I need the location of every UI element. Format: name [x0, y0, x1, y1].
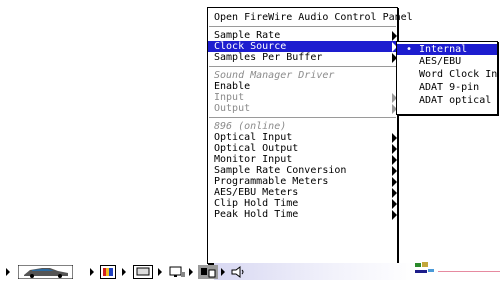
firewire-audio-menu: Open FireWire Audio Control Panel Sample…: [207, 7, 413, 264]
color-display-icon[interactable]: [100, 265, 116, 279]
menu-item-input: Input: [208, 92, 397, 103]
submenu-item-adat-9-pin[interactable]: ADAT 9-pin: [397, 82, 497, 93]
menu-item-enable[interactable]: Enable: [208, 81, 397, 92]
submenu-arrow-icon: [392, 188, 397, 198]
car-icon[interactable]: [17, 264, 74, 280]
divider-line: [438, 271, 500, 272]
submenu-arrow-icon: [392, 155, 397, 165]
submenu-arrow-icon: [392, 144, 397, 154]
strip-arrow-icon[interactable]: [122, 268, 126, 276]
menu-item-open-control-panel[interactable]: Open FireWire Audio Control Panel: [208, 12, 413, 23]
menu-item-samples-per-buffer[interactable]: Samples Per Buffer: [208, 52, 397, 63]
submenu-arrow-icon: [392, 199, 397, 209]
submenu-arrow-icon: [392, 177, 397, 187]
menu-item-sample-rate-conversion[interactable]: Sample Rate Conversion: [208, 165, 397, 176]
menu-separator: [209, 26, 396, 27]
section-header-sound-manager-driver: Sound Manager Driver: [214, 70, 335, 81]
monitor-icon[interactable]: [133, 265, 153, 279]
menu-item-label: Output: [214, 103, 251, 114]
menu-separator: [209, 117, 396, 118]
menu-item-monitor-input[interactable]: Monitor Input: [208, 154, 397, 165]
clock-source-submenu: • Internal AES/EBU Word Clock In ADAT 9-…: [396, 41, 498, 115]
menu-item-clip-hold-time[interactable]: Clip Hold Time: [208, 198, 397, 209]
submenu-item-adat-optical[interactable]: ADAT optical: [397, 95, 497, 106]
menu-item-label: Optical Input: [214, 132, 293, 143]
menu-item-label: Sample Rate: [214, 30, 281, 41]
submenu-arrow-icon: [392, 210, 397, 220]
menu-item-label: Monitor Input: [214, 154, 293, 165]
menu-item-label: Optical Output: [214, 143, 299, 154]
menu-item-output: Output: [208, 103, 397, 114]
menu-item-label: Peak Hold Time: [214, 209, 299, 220]
speaker-icon[interactable]: [230, 265, 246, 279]
strip-arrow-icon[interactable]: [221, 268, 225, 276]
menu-item-sample-rate[interactable]: Sample Rate: [208, 30, 397, 41]
menu-item-clock-source[interactable]: Clock Source: [208, 41, 397, 52]
strip-arrow-icon[interactable]: [189, 268, 193, 276]
menu-item-label: Clip Hold Time: [214, 198, 299, 209]
menu-item-label: Sample Rate Conversion: [214, 165, 347, 176]
control-strip: [0, 262, 270, 282]
submenu-item-label: Internal: [419, 44, 468, 55]
network-icon[interactable]: [168, 265, 186, 279]
submenu-item-word-clock-in[interactable]: Word Clock In: [397, 69, 497, 80]
active-app-icon[interactable]: [198, 265, 218, 279]
strip-arrow-icon[interactable]: [158, 268, 162, 276]
menu-item-label: Input: [214, 92, 245, 103]
submenu-arrow-icon: [392, 133, 397, 143]
submenu-arrow-icon: [392, 31, 397, 41]
check-mark-icon: •: [406, 44, 413, 55]
menu-separator: [209, 66, 396, 67]
menu-item-label: Samples Per Buffer: [214, 52, 323, 63]
menu-item-optical-input[interactable]: Optical Input: [208, 132, 397, 143]
strip-arrow-icon[interactable]: [6, 268, 10, 276]
application-icon: [414, 261, 436, 277]
menu-item-programmable-meters[interactable]: Programmable Meters: [208, 176, 397, 187]
menu-item-optical-output[interactable]: Optical Output: [208, 143, 397, 154]
menu-item-label: Programmable Meters: [214, 176, 329, 187]
strip-arrow-icon[interactable]: [90, 268, 94, 276]
submenu-item-aes-ebu[interactable]: AES/EBU: [397, 56, 497, 67]
submenu-arrow-icon: [392, 166, 397, 176]
menu-item-label: Clock Source: [214, 41, 287, 52]
menu-item-aes-ebu-meters[interactable]: AES/EBU Meters: [208, 187, 397, 198]
section-header-896-online: 896 (online): [214, 121, 287, 132]
menu-item-label: AES/EBU Meters: [214, 187, 299, 198]
menu-item-peak-hold-time[interactable]: Peak Hold Time: [208, 209, 397, 220]
submenu-item-internal[interactable]: • Internal: [397, 44, 497, 55]
